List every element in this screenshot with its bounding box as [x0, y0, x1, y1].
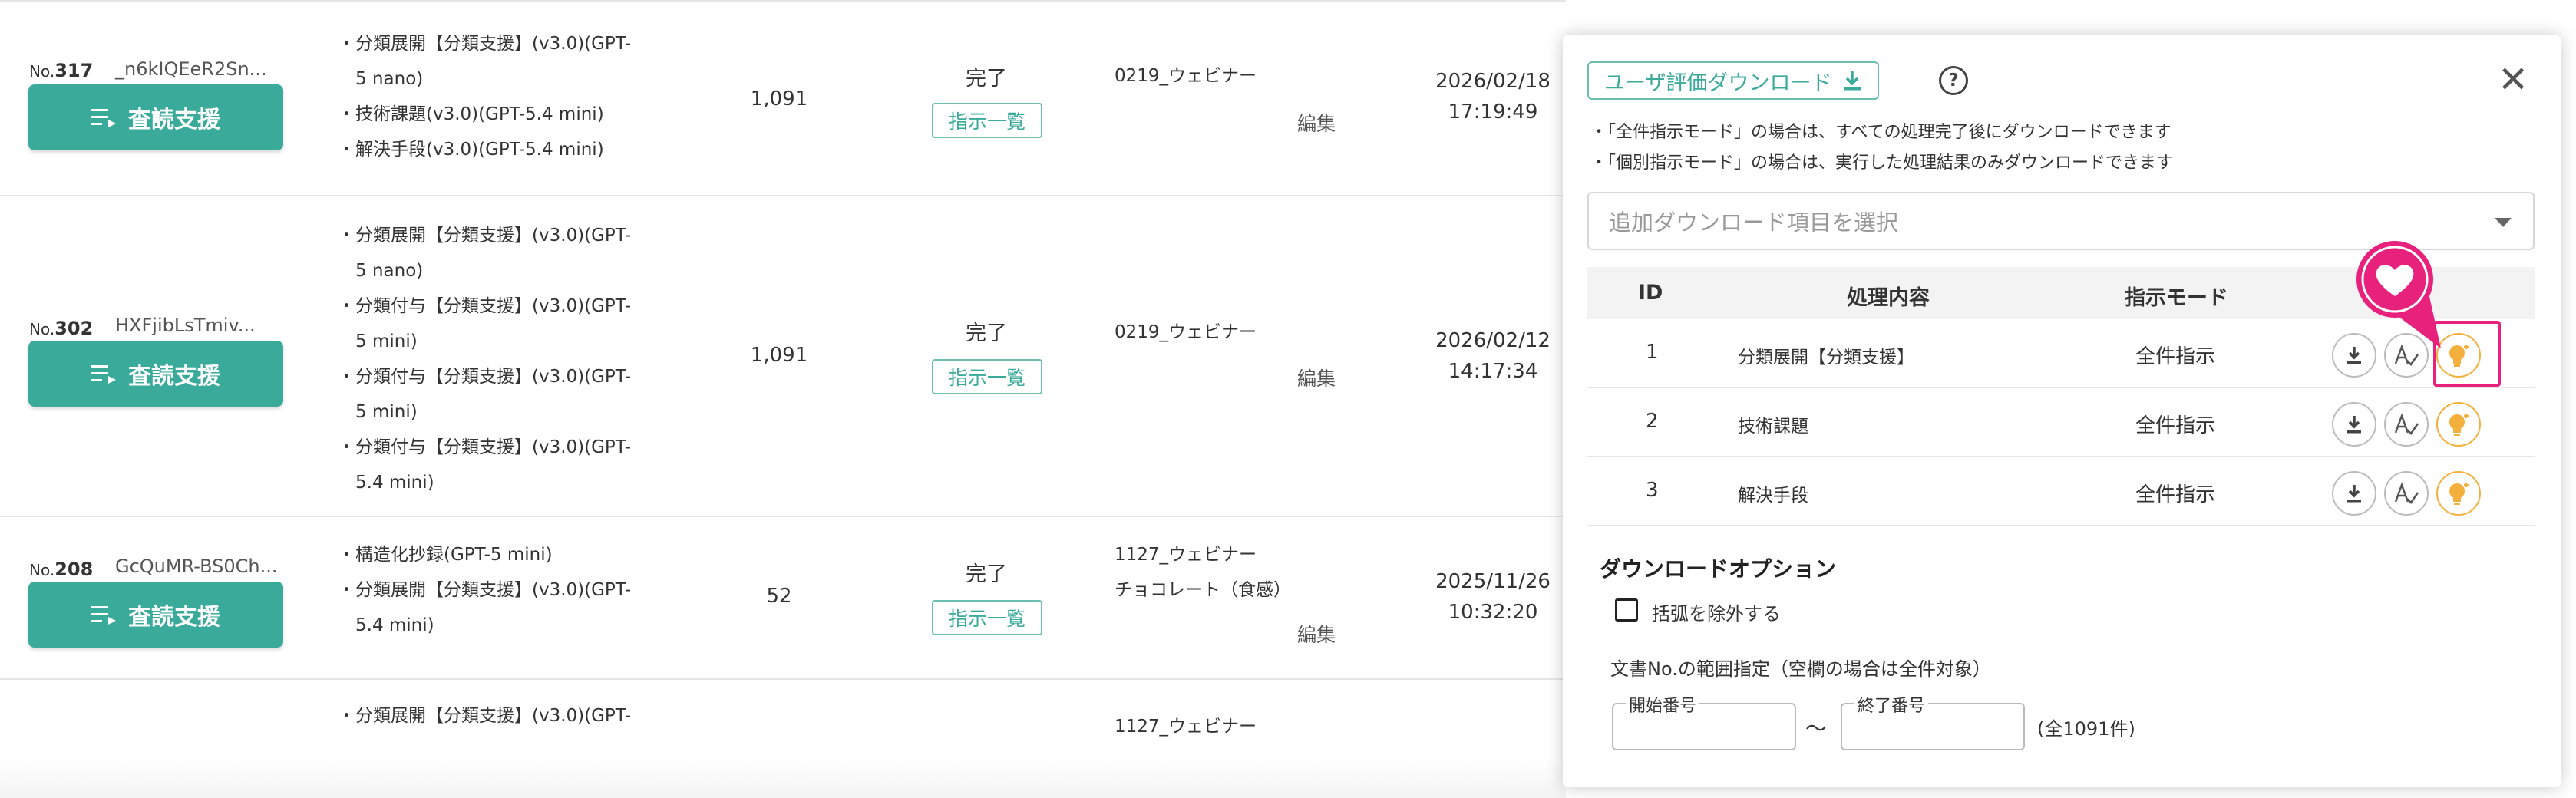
- exclude-brackets-checkbox[interactable]: [1615, 598, 1638, 622]
- heart-pin-icon: [2356, 241, 2441, 348]
- download-icon[interactable]: [2332, 402, 2376, 447]
- status-text: 完了: [966, 322, 1007, 345]
- list-arrow-icon: [91, 109, 116, 127]
- doc-code: _n6kIQEeR2Sn...: [115, 58, 267, 80]
- total-count: (全1091件): [2037, 718, 2135, 740]
- status-text: 完了: [966, 67, 1007, 91]
- process-row: 3 解決手段 全件指示: [1587, 457, 2535, 526]
- documents-list: No.317 _n6kIQEeR2Sn... 査読支援 ・分類展開【分類支援】(…: [0, 0, 1566, 798]
- review-support-button[interactable]: 査読支援: [28, 582, 283, 648]
- process-row: 2 技術課題 全件指示: [1587, 388, 2535, 457]
- lightbulb-icon[interactable]: [2436, 402, 2481, 447]
- download-panel: ユーザ評価ダウンロード ? ✕ ・「全件指示モード」の場合は、すべての処理完了後…: [1563, 35, 2561, 787]
- range-separator: 〜: [1805, 716, 1828, 741]
- instruction-list-link[interactable]: 指示一覧: [932, 600, 1042, 635]
- list-arrow-icon: [91, 606, 116, 625]
- task-list: ・分類展開【分類支援】(v3.0)(GPT- 5 nano) ・分類付与【分類支援…: [338, 226, 632, 493]
- proofread-icon[interactable]: [2384, 471, 2429, 516]
- help-icon[interactable]: ?: [1939, 66, 1968, 95]
- doc-number: No.317: [29, 60, 94, 81]
- edit-link[interactable]: 編集: [1297, 109, 1336, 137]
- col-process: 処理内容: [1847, 286, 1930, 310]
- note-line: ・「全件指示モード」の場合は、すべての処理完了後にダウンロードできます: [1590, 123, 2171, 142]
- datetime: 2025/11/26 10:32:20: [1435, 570, 1551, 624]
- proofread-icon[interactable]: [2384, 402, 2429, 447]
- col-mode: 指示モード: [2125, 286, 2228, 310]
- datetime: 2026/02/12 14:17:34: [1435, 329, 1551, 383]
- webinar-name: 1127_ウェビナー: [1115, 717, 1257, 737]
- col-id: ID: [1638, 281, 1663, 305]
- webinar-name: 1127_ウェビナー チョコレート（食感）: [1115, 545, 1291, 600]
- start-number-input[interactable]: 開始番号: [1612, 692, 1796, 750]
- edit-link[interactable]: 編集: [1297, 364, 1336, 391]
- instruction-list-link[interactable]: 指示一覧: [932, 103, 1042, 138]
- doc-count: 1,091: [750, 344, 808, 367]
- table-row: No.208 GcQuMR-BS0Ch... 査読支援 ・構造化抄録(GPT-5…: [0, 516, 1566, 678]
- datetime: 2026/02/18 17:19:49: [1435, 70, 1551, 124]
- chevron-down-icon: [2495, 218, 2512, 227]
- doc-code: HXFjibLsTmiv...: [115, 315, 256, 336]
- task-list: ・構造化抄録(GPT-5 mini) ・分類展開【分類支援】(v3.0)(GPT-…: [338, 545, 632, 635]
- lightbulb-icon[interactable]: [2436, 471, 2481, 516]
- download-options-title: ダウンロードオプション: [1600, 556, 1837, 582]
- doc-count: 1,091: [750, 87, 808, 110]
- doc-number: No.208: [29, 559, 94, 580]
- list-arrow-icon: [91, 365, 116, 384]
- note-line: ・「個別指示モード」の場合は、実行した処理結果のみダウンロードできます: [1590, 153, 2174, 173]
- doc-count: 52: [766, 585, 792, 608]
- status-text: 完了: [966, 562, 1007, 586]
- end-number-input[interactable]: 終了番号: [1841, 692, 2025, 750]
- close-icon[interactable]: ✕: [2498, 61, 2528, 98]
- review-support-button[interactable]: 査読支援: [28, 84, 283, 150]
- exclude-brackets-label: 括弧を除外する: [1652, 603, 1781, 625]
- task-list: ・分類展開【分類支援】(v3.0)(GPT-: [338, 706, 632, 726]
- review-support-button[interactable]: 査読支援: [28, 341, 283, 407]
- instruction-list-link[interactable]: 指示一覧: [932, 359, 1042, 394]
- user-evaluation-download-button[interactable]: ユーザ評価ダウンロード: [1587, 61, 1880, 100]
- task-list: ・分類展開【分類支援】(v3.0)(GPT- 5 nano) ・技術課題(v3.0…: [338, 34, 632, 160]
- doc-code: GcQuMR-BS0Ch...: [115, 556, 278, 577]
- webinar-name: 0219_ウェビナー: [1115, 322, 1257, 342]
- bottom-fade: [0, 760, 1566, 798]
- doc-number: No.302: [29, 318, 94, 339]
- table-row: No.317 _n6kIQEeR2Sn... 査読支援 ・分類展開【分類支援】(…: [0, 0, 1566, 195]
- download-icon: [1844, 71, 1861, 91]
- table-row: No.302 HXFjibLsTmiv... 査読支援 ・分類展開【分類支援】(…: [0, 195, 1566, 516]
- edit-link[interactable]: 編集: [1297, 620, 1336, 648]
- webinar-name: 0219_ウェビナー: [1115, 66, 1257, 86]
- range-label: 文書No.の範囲指定（空欄の場合は全件対象）: [1610, 658, 1991, 680]
- download-icon[interactable]: [2332, 471, 2376, 516]
